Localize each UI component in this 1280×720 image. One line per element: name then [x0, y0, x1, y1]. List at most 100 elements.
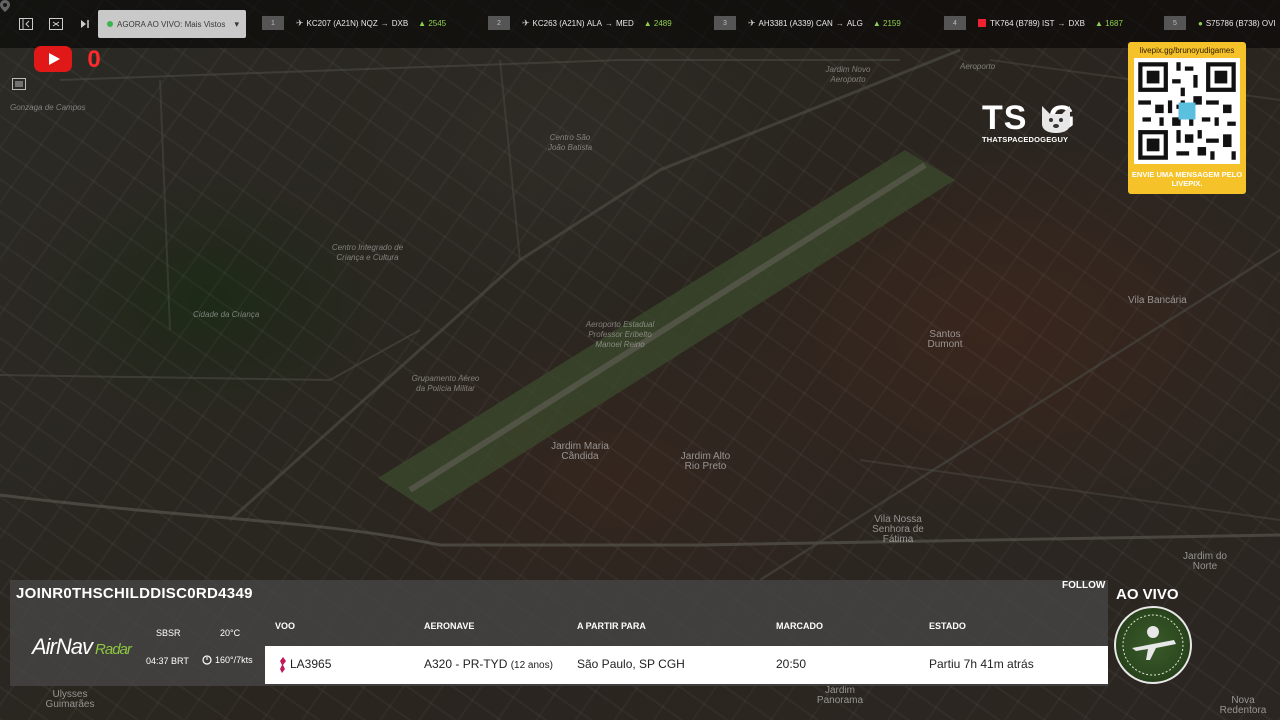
ticker-destination: DXB	[391, 18, 409, 28]
ticker-index: 3	[714, 16, 736, 30]
route: São Paulo, SP CGH	[577, 657, 685, 671]
qr-url: livepix.gg/brunoyudigames	[1139, 46, 1235, 55]
airplane-badge-icon	[1122, 614, 1184, 676]
plane-icon: ✈	[296, 17, 304, 28]
ticker-flight[interactable]: 1 ✈ KC207 (A21N) NQZ → DXB ▲ 2545	[262, 16, 446, 30]
altitude-icon: ▲	[1094, 18, 1103, 28]
next-icon[interactable]	[74, 14, 94, 34]
local-time: 04:37 BRT	[146, 656, 189, 666]
ticker-origin: CAN	[815, 18, 833, 28]
latam-logo-icon	[280, 657, 286, 673]
altitude-icon: ▲	[643, 18, 652, 28]
altitude-icon: ▲	[872, 18, 881, 28]
sidebar-toggle-icon[interactable]	[16, 14, 36, 34]
ticker-flight[interactable]: 4 TK764 (B789) IST → DXB ▲ 1687	[944, 16, 1123, 30]
flight-ticker-bar: AGORA AO VIVO: Mais Vistos ▾ 1 ✈ KC207 (…	[0, 0, 1280, 48]
live-selector-dropdown[interactable]: AGORA AO VIVO: Mais Vistos ▾	[98, 10, 246, 38]
altitude-icon: ▲	[418, 18, 427, 28]
ticker-altitude: 2159	[883, 18, 901, 28]
map-label: Cidade da Criança	[193, 310, 260, 319]
plane-icon: ✈	[748, 17, 756, 28]
map-label: Grupamento Aéreo da Polícia Militar	[411, 374, 480, 393]
flight-status: Partiu 7h 41m atrás	[929, 657, 1034, 671]
airnav-logo: AirNav Radar	[32, 634, 132, 660]
map-label: Jardim Novo Aeroporto	[825, 65, 871, 84]
flight-number: LA3965	[290, 657, 332, 671]
map-label: Vila Nossa Senhora de Fátima	[872, 514, 924, 545]
ticker-origin: NQZ	[360, 18, 378, 28]
map-label: Nova Redentora	[1219, 695, 1267, 716]
follow-button[interactable]: FOLLOW	[1062, 580, 1105, 591]
ticker-origin: OVI	[1261, 18, 1276, 28]
map-label: Centro Integrado de Criança e Cultura	[331, 243, 404, 262]
col-header-rota: A PARTIR PARA	[577, 621, 646, 631]
aircraft-age: (12 anos)	[510, 660, 553, 671]
live-dot-icon	[107, 21, 113, 27]
ticker-altitude: 2489	[653, 18, 672, 28]
chevron-down-icon: ▾	[234, 18, 239, 29]
ticker-origin: IST	[1042, 18, 1055, 28]
map-label: Jardim Maria Cândida	[551, 441, 609, 462]
map-label: Santos Dumont	[927, 329, 963, 350]
map-label: Ulysses Guimarães	[45, 689, 95, 710]
tsdog-logo: TS G THATSPACEDOGEGUY	[982, 100, 1110, 144]
wind-icon	[202, 655, 212, 665]
ticker-destination: ALG	[846, 18, 863, 28]
channel-badge	[1114, 606, 1192, 684]
map-label: Jardim Panorama	[816, 685, 864, 706]
wind-value: 160°/7kts	[215, 655, 253, 665]
qr-code-icon	[1134, 58, 1240, 164]
temperature: 20°C	[220, 628, 241, 638]
qr-message: ENVIE UMA MENSAGEM PELO LIVEPIX.	[1131, 170, 1243, 188]
ticker-index: 4	[944, 16, 966, 30]
livepix-qr-card[interactable]: livepix.gg/brunoyudigames ENVIE UMA MENS…	[1128, 42, 1246, 194]
ticker-callsign: AH3381 (A339)	[758, 18, 814, 28]
map-label: Gonzaga de Campos	[10, 103, 86, 112]
ticker-origin: ALA	[586, 18, 602, 28]
map-label: Jardim Alto Rio Preto	[680, 451, 731, 472]
scheduled-time: 20:50	[776, 657, 807, 671]
aircraft: A320 - PR-TYD (12 anos)	[424, 657, 553, 671]
youtube-counter: 0	[87, 46, 101, 73]
ticker-callsign: KC263 (A21N)	[532, 18, 585, 28]
arrow-right-icon: →	[835, 18, 844, 28]
ticker-destination: DXB	[1068, 18, 1085, 28]
ticker-index: 2	[488, 16, 510, 30]
wind-info: 160°/7kts	[202, 654, 253, 666]
airport-code: SBSR	[156, 628, 181, 638]
brand-suffix: Radar	[95, 641, 132, 658]
col-header-voo: VOO	[275, 621, 296, 631]
ticker-callsign: KC207 (A21N)	[306, 18, 359, 28]
ticker-flight[interactable]: 3 ✈ AH3381 (A339) CAN → ALG ▲ 2159	[714, 16, 901, 30]
live-selector-label: AGORA AO VIVO: Mais Vistos	[117, 19, 226, 29]
ticker-destination: MED	[615, 18, 634, 28]
map-label: Vila Bancária	[1128, 295, 1187, 306]
col-header-aeronave: AERONAVE	[424, 621, 475, 631]
map-label: Aeroporto Estadual Professor Eribelto Ma…	[585, 320, 655, 349]
expand-icon[interactable]	[46, 14, 66, 34]
plane-icon: ✈	[522, 17, 530, 28]
col-header-marcado: MARCADO	[776, 621, 823, 631]
ticker-index: 1	[262, 16, 284, 30]
map-label: Centro São João Batista	[547, 133, 593, 152]
channel-name: JOINR0THSCHILDDISC0RD4349	[16, 585, 253, 602]
ticker-index: 5	[1164, 16, 1186, 30]
ticker-flight[interactable]: 5 ● S75786 (B738) OVI	[1164, 16, 1276, 30]
ticker-flight[interactable]: 2 ✈ KC263 (A21N) ALA → MED ▲ 2489	[488, 16, 672, 30]
map-label: Jardim do Norte	[1183, 551, 1227, 572]
col-header-estado: ESTADO	[929, 621, 966, 631]
globe-icon: ●	[1198, 18, 1203, 28]
arrow-right-icon: →	[1057, 18, 1066, 28]
ticker-callsign: TK764 (B789)	[990, 18, 1040, 28]
arrow-right-icon: →	[604, 18, 613, 28]
ticker-callsign: S75786 (B738)	[1205, 18, 1260, 28]
live-title: AO VIVO	[1116, 586, 1179, 603]
dog-head-icon	[1042, 106, 1070, 133]
ticker-altitude: 2545	[428, 18, 447, 28]
youtube-icon[interactable]	[34, 46, 72, 72]
map-label: Aeroporto	[960, 62, 996, 71]
flag-icon	[978, 19, 986, 27]
arrow-right-icon: →	[380, 18, 389, 28]
list-icon[interactable]	[12, 78, 30, 94]
brand-name: AirNav	[32, 634, 93, 659]
